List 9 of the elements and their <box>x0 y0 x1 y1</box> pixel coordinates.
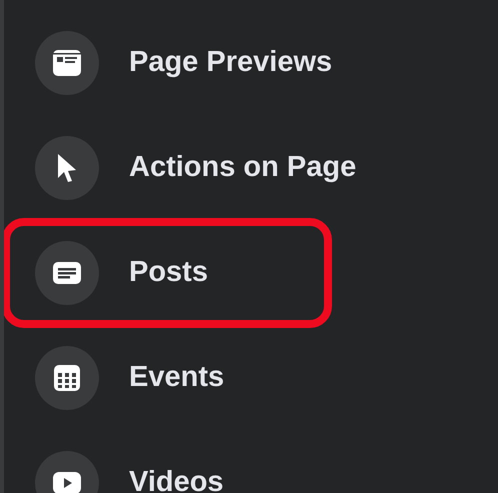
document-icon <box>52 260 82 284</box>
calendar-icon <box>53 364 81 392</box>
menu-item[interactable]: Page Previews <box>129 46 332 79</box>
menu-item[interactable]: Videos <box>129 466 224 493</box>
menu-item[interactable]: Actions on Page <box>129 151 356 184</box>
menu-item[interactable]: Posts <box>129 256 208 289</box>
menu-item[interactable]: Events <box>129 361 224 394</box>
browser-window-icon <box>52 48 82 76</box>
cursor-icon <box>56 152 78 182</box>
